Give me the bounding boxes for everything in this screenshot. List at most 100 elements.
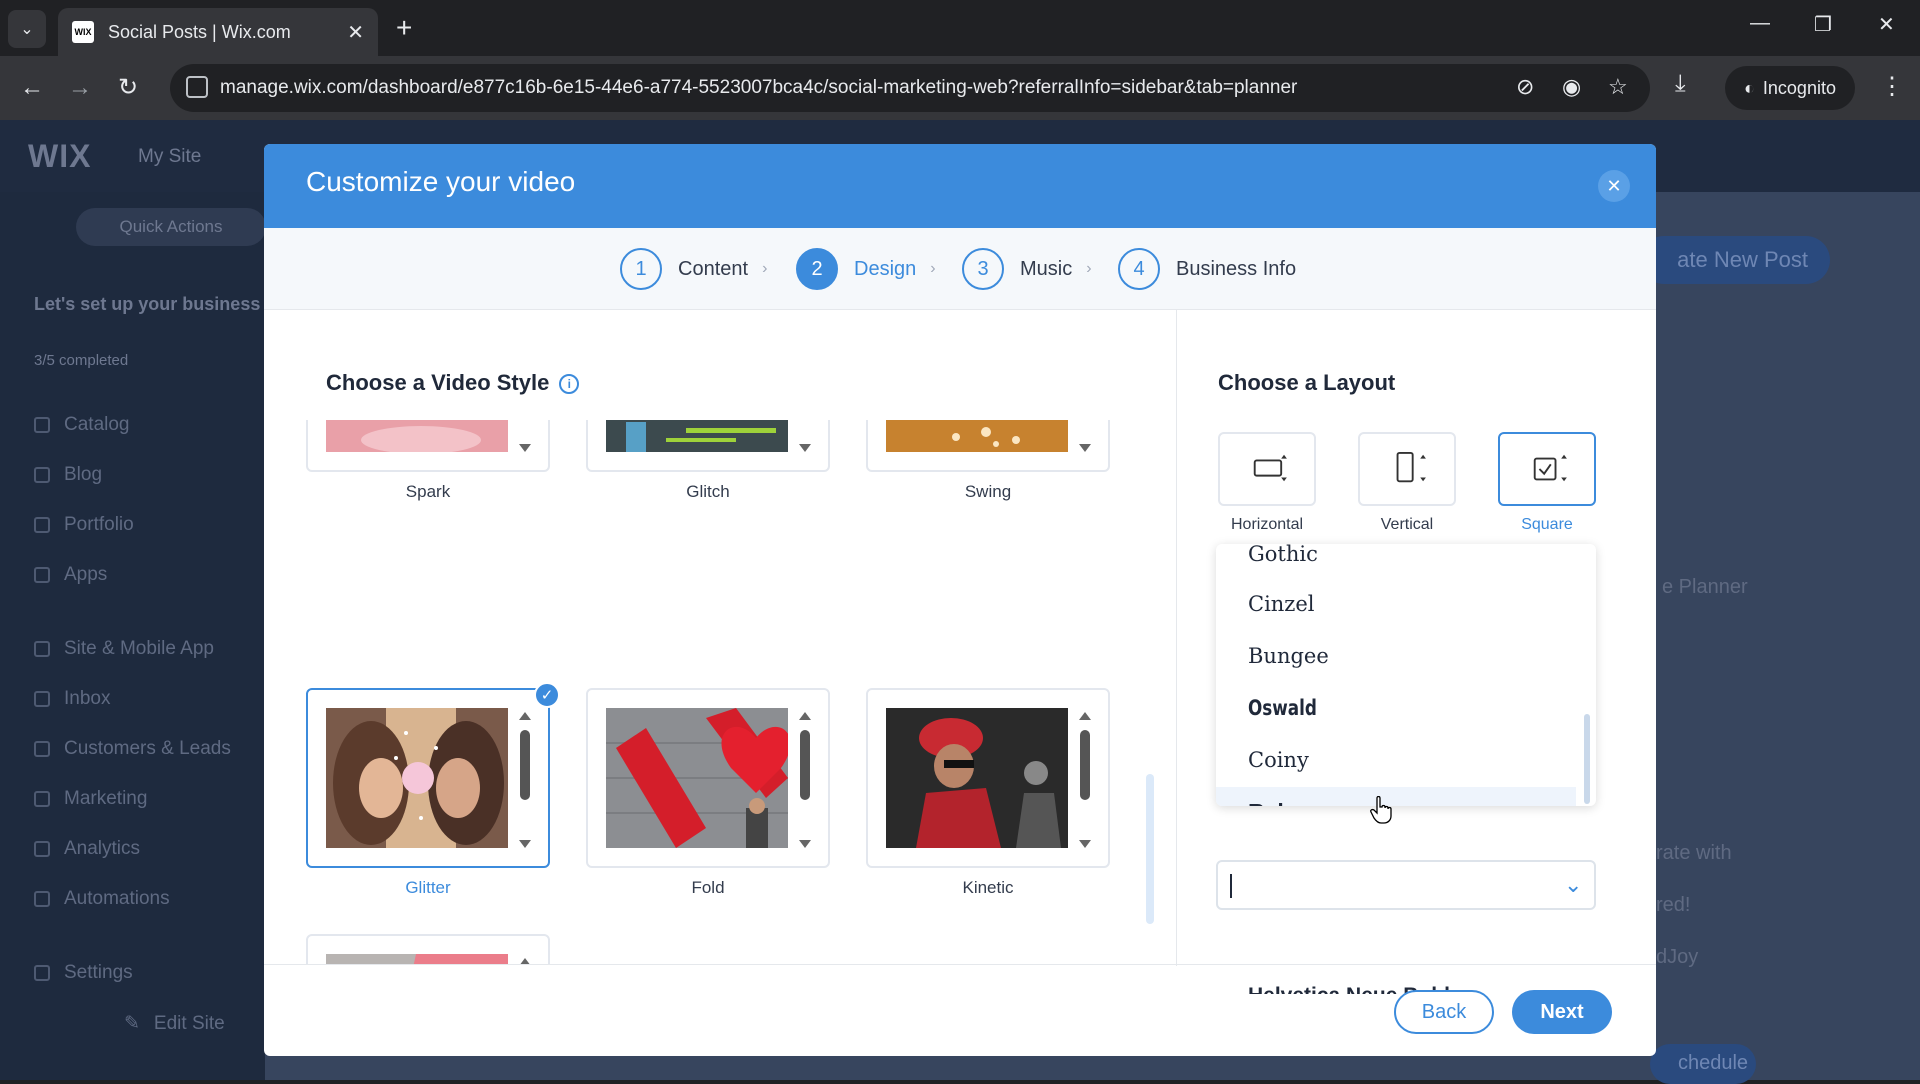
sidebar-item-site-mobile-app[interactable]: Site & Mobile App — [34, 638, 214, 660]
sidebar-item-automations[interactable]: Automations — [34, 888, 170, 910]
create-new-post-button[interactable]: ate New Post — [1640, 236, 1830, 284]
footer-divider — [264, 964, 1656, 965]
sidebar-item-inbox[interactable]: Inbox — [34, 688, 110, 710]
kinetic-thumbnail — [886, 708, 1068, 848]
style-label-spark: Spark — [405, 482, 451, 501]
tab-close-icon[interactable]: ✕ — [347, 20, 364, 45]
analytics-icon — [34, 841, 50, 857]
customize-video-modal: Customize your video ✕ 1 Content › 2 Des… — [264, 144, 1656, 1056]
sidebar-item-apps[interactable]: Apps — [34, 564, 107, 586]
tab-title: Social Posts | Wix.com — [108, 21, 291, 42]
font-option-cinzel[interactable]: Cinzel — [1216, 579, 1576, 629]
style-card-swing[interactable] — [866, 420, 1110, 472]
step-design[interactable]: 2 Design › — [796, 248, 936, 290]
tracking-eye-icon[interactable]: ◉ — [1562, 74, 1581, 100]
sidebar-item-marketing[interactable]: Marketing — [34, 788, 147, 810]
automations-icon — [34, 891, 50, 907]
wix-favicon-icon: WIX — [72, 21, 94, 43]
back-arrow-icon[interactable]: ← — [20, 72, 44, 104]
style-7-thumbnail — [326, 954, 508, 964]
layout-label-vertical: Vertical — [1380, 516, 1434, 533]
swing-thumbnail — [886, 420, 1068, 452]
font-select-input[interactable]: ⌄ — [1216, 860, 1596, 910]
modal-title: Customize your video — [306, 166, 576, 197]
download-icon[interactable]: ⤓ — [1675, 70, 1686, 98]
tab-search-icon[interactable]: ⌄ — [8, 10, 46, 48]
quick-actions-button[interactable]: Quick Actions — [76, 208, 266, 246]
font-option-raleway[interactable]: Raleway — [1216, 787, 1576, 806]
forward-arrow-icon[interactable]: → — [68, 72, 92, 104]
schedule-button[interactable]: chedule — [1650, 1044, 1756, 1084]
omnibox[interactable]: manage.wix.com/dashboard/e877c16b-6e15-4… — [170, 64, 1650, 112]
sidebar-item-portfolio[interactable]: Portfolio — [34, 514, 134, 536]
url-text[interactable]: manage.wix.com/dashboard/e877c16b-6e15-4… — [220, 77, 1297, 99]
reload-icon[interactable]: ↻ — [118, 72, 138, 104]
edit-site-link[interactable]: ✎ Edit Site — [124, 1012, 225, 1035]
style-card-glitter[interactable] — [306, 688, 550, 868]
catalog-icon — [34, 417, 50, 433]
step-content[interactable]: 1 Content › — [620, 248, 767, 290]
settings-icon — [34, 965, 50, 981]
style-card-kinetic[interactable] — [866, 688, 1110, 868]
browser-tab[interactable]: WIX Social Posts | Wix.com ✕ — [58, 8, 378, 56]
chevron-down-icon[interactable]: ⌄ — [1564, 872, 1582, 898]
sidebar-item-catalog[interactable]: Catalog — [34, 414, 130, 436]
step-music[interactable]: 3 Music › — [962, 248, 1092, 290]
thumbnail-scrollbar[interactable] — [794, 712, 816, 848]
thumbnail-scrollbar[interactable] — [1074, 712, 1096, 848]
step-business-info[interactable]: 4 Business Info — [1118, 248, 1296, 290]
thumbnail-scrollbar[interactable] — [794, 420, 816, 452]
site-info-icon[interactable] — [186, 76, 208, 98]
thumbnail-scrollbar[interactable] — [1074, 420, 1096, 452]
style-card-spark[interactable] — [306, 420, 550, 472]
layout-vertical[interactable] — [1358, 432, 1456, 506]
video-style-scrollbar[interactable] — [1146, 774, 1154, 924]
video-style-title: Choose a Video Style i — [326, 370, 580, 396]
font-option-bungee[interactable]: Bungee — [1216, 631, 1576, 681]
style-card-fold[interactable] — [586, 688, 830, 868]
planner-heading: e Planner — [1662, 576, 1748, 598]
layout-horizontal[interactable] — [1218, 432, 1316, 506]
thumbnail-scrollbar[interactable] — [514, 712, 536, 848]
sidebar-item-customers-leads[interactable]: Customers & Leads — [34, 738, 231, 760]
minimize-icon[interactable]: — — [1750, 12, 1770, 35]
sidebar-item-blog[interactable]: Blog — [34, 464, 102, 486]
glitch-thumbnail — [606, 420, 788, 452]
modal-close-icon[interactable]: ✕ — [1598, 170, 1630, 202]
modal-header: Customize your video ✕ — [264, 144, 1656, 228]
incognito-badge[interactable]: ◐ Incognito — [1725, 66, 1855, 110]
chevron-right-icon: › — [762, 260, 768, 277]
setup-progress: 3/5 completed — [34, 352, 129, 369]
no-camera-icon[interactable]: ⊘ — [1516, 74, 1534, 100]
square-layout-icon — [1533, 454, 1567, 482]
font-dropdown-scrollbar[interactable] — [1584, 714, 1590, 804]
font-option-helvetica-neue-bold[interactable]: Helvetica Neue Bold — [1216, 976, 1576, 994]
layout-label-square: Square — [1521, 516, 1573, 533]
next-button[interactable]: Next — [1512, 990, 1612, 1034]
ghost-text-line-3: dJoy — [1656, 946, 1699, 968]
back-button[interactable]: Back — [1394, 990, 1494, 1034]
vertical-layout-icon — [1396, 451, 1426, 483]
window-close-icon[interactable]: ✕ — [1878, 12, 1895, 37]
bookmark-star-icon[interactable]: ☆ — [1608, 74, 1628, 100]
style-card-glitch[interactable] — [586, 420, 830, 472]
style-label-fold: Fold — [691, 878, 725, 897]
layout-title: Choose a Layout — [1218, 370, 1396, 395]
thumbnail-scrollbar[interactable] — [514, 420, 536, 452]
font-option-gothic[interactable]: Gothic — [1216, 544, 1576, 579]
font-option-coiny[interactable]: Coiny — [1216, 735, 1576, 785]
font-option-oswald[interactable]: Oswald — [1216, 683, 1504, 733]
blog-icon — [34, 467, 50, 483]
browser-menu-icon[interactable]: ⋮ — [1880, 72, 1904, 101]
layout-square[interactable] — [1498, 432, 1596, 506]
incognito-label: Incognito — [1762, 77, 1836, 98]
sidebar-item-settings[interactable]: Settings — [34, 962, 133, 984]
sidebar-item-analytics[interactable]: Analytics — [34, 838, 140, 860]
restore-icon[interactable]: ❐ — [1814, 12, 1832, 37]
chevron-right-icon: › — [930, 260, 936, 277]
info-icon[interactable]: i — [559, 374, 580, 394]
style-card-7[interactable] — [306, 934, 550, 964]
new-tab-icon[interactable]: + — [396, 12, 412, 44]
chevron-right-icon: › — [1086, 260, 1092, 277]
site-selector[interactable]: My Site — [138, 146, 201, 168]
